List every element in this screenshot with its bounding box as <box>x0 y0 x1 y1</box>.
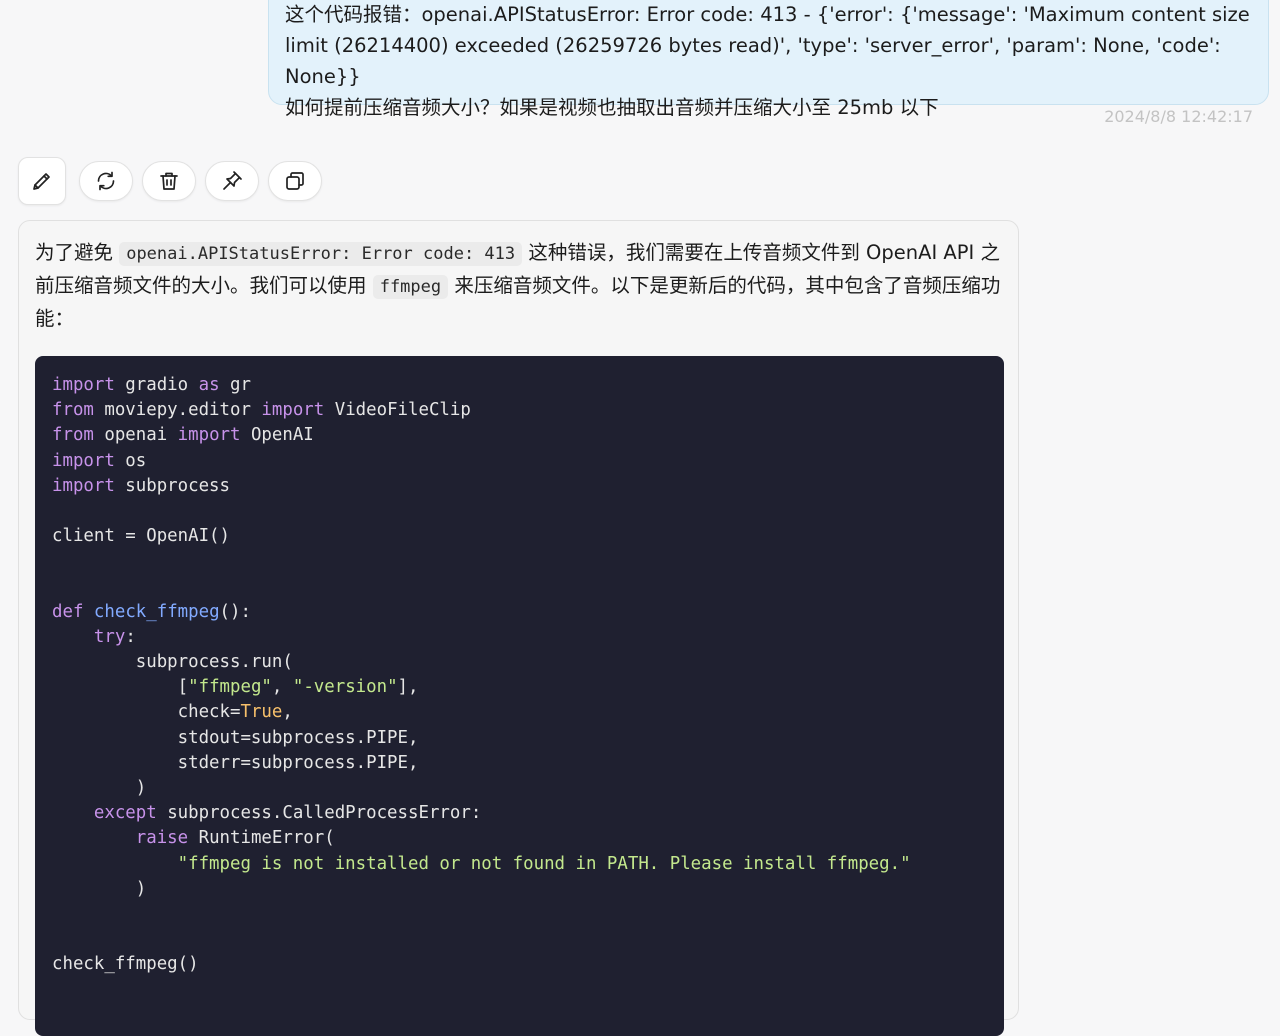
code-token: stdout=subprocess.PIPE, <box>52 727 419 748</box>
code-token: "-version" <box>292 677 398 698</box>
copy-button[interactable] <box>268 161 322 201</box>
code-line: stderr=subprocess.PIPE, <box>52 751 987 776</box>
code-token: check_ffmpeg() <box>52 954 199 975</box>
code-token: def <box>52 601 84 622</box>
code-token: from <box>52 400 94 421</box>
code-token: ], <box>397 677 419 698</box>
code-line: def check_ffmpeg(): <box>52 600 987 625</box>
code-token: ) <box>52 878 147 899</box>
code-token: from <box>52 425 94 446</box>
code-token: OpenAI <box>240 425 314 446</box>
code-token: subprocess.CalledProcessError: <box>156 803 482 824</box>
code-token: (): <box>219 601 251 622</box>
code-token: os <box>114 450 147 471</box>
assistant-intro-text: 为了避免 openai.APIStatusError: Error code: … <box>35 237 1002 334</box>
assistant-message-bubble: 为了避免 openai.APIStatusError: Error code: … <box>18 220 1019 1036</box>
code-line: stdout=subprocess.PIPE, <box>52 726 987 751</box>
user-message-line: 这个代码报错：openai.APIStatusError: Error code… <box>285 3 1250 26</box>
user-message-bubble: 这个代码报错：openai.APIStatusError: Error code… <box>268 0 1269 119</box>
code-token: subprocess.run( <box>52 652 293 673</box>
code-token: gradio <box>114 375 199 395</box>
code-line: check_ffmpeg() <box>52 952 987 977</box>
code-line: raise RuntimeError( <box>52 826 987 851</box>
regenerate-button[interactable] <box>79 161 133 201</box>
code-token: "ffmpeg is not installed or not found in… <box>177 853 911 874</box>
code-line: import gradio as gr <box>52 373 987 398</box>
code-token: import <box>52 475 115 496</box>
code-token: check_ffmpeg <box>93 601 220 622</box>
code-token: client = OpenAI() <box>52 526 230 547</box>
code-line: ) <box>52 776 987 801</box>
message-action-toolbar <box>18 157 331 205</box>
code-token: gr <box>219 375 251 395</box>
code-token: try <box>93 626 126 647</box>
code-token: , <box>282 702 293 723</box>
code-token: import <box>177 425 241 446</box>
code-line: subprocess.run( <box>52 650 987 675</box>
trash-icon <box>160 172 178 190</box>
refresh-icon <box>97 171 115 191</box>
code-token: raise <box>135 828 189 849</box>
code-line: from openai import OpenAI <box>52 423 987 448</box>
code-token: , <box>271 677 293 698</box>
code-line: check=True, <box>52 700 987 725</box>
user-message-line: 如何提前压缩音频大小？如果是视频也抽取出音频并压缩大小至 25mb 以下 <box>285 96 939 119</box>
code-line: import os <box>52 449 987 474</box>
user-message-text: 这个代码报错：openai.APIStatusError: Error code… <box>285 0 1252 123</box>
pencil-icon <box>33 173 50 190</box>
code-line: client = OpenAI() <box>52 524 987 549</box>
code-token: [ <box>52 677 189 698</box>
code-line: from moviepy.editor import VideoFileClip <box>52 398 987 423</box>
code-token: except <box>93 803 157 824</box>
code-token: import <box>52 450 115 471</box>
pin-icon <box>223 171 242 190</box>
code-line: except subprocess.CalledProcessError: <box>52 801 987 826</box>
inline-code: ffmpeg <box>372 275 449 299</box>
code-token: subprocess <box>114 475 230 496</box>
copy-icon <box>286 172 304 190</box>
code-token: check= <box>52 702 241 723</box>
code-token: "ffmpeg" <box>188 677 272 698</box>
user-message-line: limit (26214400) exceeded (26259726 byte… <box>285 34 1227 88</box>
code-line: try: <box>52 625 987 650</box>
code-line: import subprocess <box>52 474 987 499</box>
code-token: openai <box>93 425 178 446</box>
code-token: : <box>125 626 136 647</box>
code-line: ) <box>52 877 987 902</box>
code-token: as <box>198 375 220 395</box>
inline-code: openai.APIStatusError: Error code: 413 <box>119 242 523 266</box>
intro-text: 为了避免 <box>35 241 120 264</box>
code-line: "ffmpeg is not installed or not found in… <box>52 852 987 877</box>
code-token: moviepy.editor <box>93 400 262 421</box>
code-block[interactable]: import gradio as gr from moviepy.editor i… <box>35 356 1004 1036</box>
code-token: VideoFileClip <box>324 400 471 421</box>
code-token: import <box>261 400 325 421</box>
code-token: True <box>240 702 283 723</box>
message-timestamp: 2024/8/8 12:42:17 <box>1104 107 1253 126</box>
pin-button[interactable] <box>205 161 259 201</box>
code-token: import <box>52 375 115 395</box>
code-line: ["ffmpeg", "-version"], <box>52 675 987 700</box>
code-token: RuntimeError( <box>188 828 335 849</box>
code-token: stderr=subprocess.PIPE, <box>52 752 419 773</box>
delete-button[interactable] <box>142 161 196 201</box>
edit-button[interactable] <box>18 157 66 205</box>
code-token: ) <box>52 778 147 798</box>
